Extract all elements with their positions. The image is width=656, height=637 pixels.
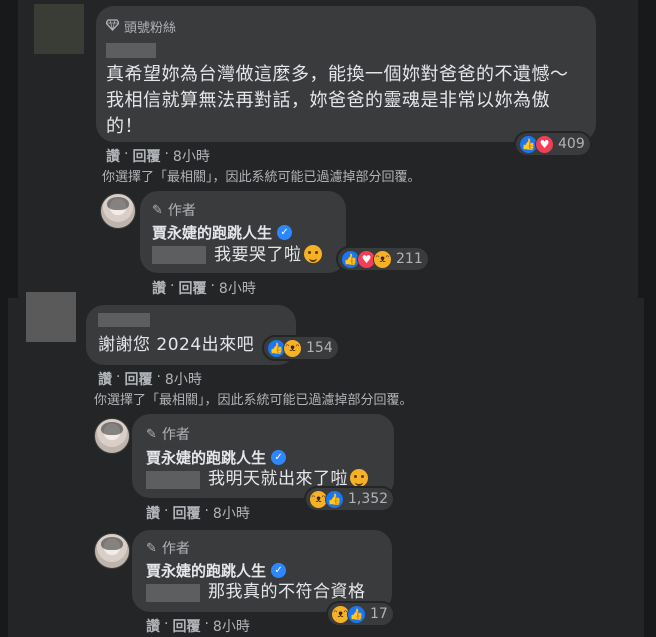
timestamp[interactable]: 8小時 — [165, 369, 202, 389]
grinning-sweat-icon — [350, 469, 368, 487]
comment-text-line-1: 真希望妳為台灣做這麼多，能換一個妳對爸爸的不遺憾～ — [106, 64, 569, 85]
author-label: 作者 — [161, 541, 190, 557]
filter-notice: 你選擇了「最相關」，因此系統可能已過濾掉部分回覆。 — [102, 170, 421, 185]
timestamp[interactable]: 8小時 — [213, 616, 250, 636]
author-avatar[interactable] — [94, 533, 130, 569]
verified-icon: ✓ — [277, 225, 293, 240]
reply-button[interactable]: 回覆 — [172, 616, 200, 636]
author-label: 作者 — [167, 203, 196, 219]
comment-text: 謝謝您 2024出來吧 — [98, 335, 255, 355]
redacted-commenter-name[interactable] — [106, 43, 156, 58]
like-icon: 👍 — [347, 604, 366, 624]
author-name[interactable]: 賈永婕的跑跳人生 ✓ — [146, 560, 287, 581]
pencil-icon: ✎ — [146, 540, 157, 556]
comment-actions: 讚 · 回覆 · 8小時 — [106, 146, 210, 166]
avatar[interactable] — [34, 4, 84, 54]
top-fan-badge[interactable]: 頭號粉絲 — [105, 17, 177, 36]
like-button[interactable]: 讚 — [146, 503, 160, 523]
timestamp[interactable]: 8小時 — [213, 503, 250, 523]
reaction-count: 409 — [558, 136, 585, 152]
redacted-mention[interactable] — [146, 584, 200, 602]
reaction-summary[interactable]: ᵔᴥᵔ 👍 1,352 — [306, 488, 394, 510]
reply-button[interactable]: 回覆 — [178, 278, 206, 298]
reaction-summary[interactable]: 👍 ♥ ᵔᴥᵔ 211 — [338, 248, 428, 270]
reaction-count: 211 — [396, 251, 423, 267]
diamond-icon — [105, 18, 120, 35]
pencil-icon: ✎ — [146, 426, 157, 442]
author-badge: ✎ 作者 — [146, 538, 190, 558]
reaction-summary[interactable]: 👍 ᵔᴥᵔ 154 — [264, 337, 338, 359]
haha-icon: ᵔᴥᵔ — [283, 338, 302, 358]
reaction-count: 154 — [306, 340, 333, 356]
reaction-summary[interactable]: ᵔᴥᵔ 👍 17 — [328, 603, 393, 625]
verified-icon: ✓ — [271, 450, 287, 465]
redacted-commenter-name[interactable] — [98, 313, 150, 327]
redacted-mention[interactable] — [152, 246, 206, 264]
timestamp[interactable]: 8小時 — [219, 278, 256, 298]
author-name[interactable]: 賈永婕的跑跳人生 ✓ — [146, 447, 287, 468]
comment-text-line-3: 的！ — [106, 116, 143, 137]
redacted-mention[interactable] — [146, 471, 200, 489]
haha-icon: ᵔᴥᵔ — [373, 249, 392, 269]
author-avatar[interactable] — [94, 418, 130, 454]
avatar[interactable] — [26, 292, 76, 342]
reply-text: 我要哭了啦 — [214, 242, 322, 268]
like-button[interactable]: 讚 — [98, 369, 112, 389]
love-icon: ♥ — [535, 134, 554, 154]
comment-actions: 讚 · 回覆 · 8小時 — [98, 369, 202, 389]
reply-button[interactable]: 回覆 — [124, 369, 152, 389]
crying-face-icon — [303, 245, 322, 263]
like-button[interactable]: 讚 — [106, 146, 120, 166]
comment-text-line-2: 我相信就算無法再對話，妳爸爸的靈魂是非常以妳為傲 — [106, 90, 550, 111]
like-button[interactable]: 讚 — [146, 616, 160, 636]
like-icon: 👍 — [325, 489, 344, 509]
reaction-count: 17 — [370, 606, 388, 622]
filter-notice: 你選擇了「最相關」，因此系統可能已過濾掉部分回覆。 — [94, 393, 413, 408]
reply-text: 那我真的不符合資格 — [208, 582, 366, 602]
reply-actions: 讚 · 回覆 · 8小時 — [146, 616, 250, 636]
reply-button[interactable]: 回覆 — [132, 146, 160, 166]
verified-icon: ✓ — [271, 563, 287, 578]
badge-label: 頭號粉絲 — [124, 21, 177, 36]
reply-actions: 讚 · 回覆 · 8小時 — [146, 503, 250, 523]
pencil-icon: ✎ — [152, 202, 163, 218]
author-label: 作者 — [161, 427, 190, 443]
timestamp[interactable]: 8小時 — [173, 146, 210, 166]
reply-button[interactable]: 回覆 — [172, 503, 200, 523]
author-name[interactable]: 賈永婕的跑跳人生 ✓ — [152, 222, 293, 243]
author-avatar[interactable] — [100, 193, 136, 229]
reaction-count: 1,352 — [348, 491, 389, 507]
author-badge: ✎ 作者 — [146, 424, 190, 444]
reply-actions: 讚 · 回覆 · 8小時 — [152, 278, 256, 298]
author-badge: ✎ 作者 — [152, 200, 196, 220]
like-button[interactable]: 讚 — [152, 278, 166, 298]
reaction-summary[interactable]: 👍 ♥ 409 — [516, 133, 590, 155]
